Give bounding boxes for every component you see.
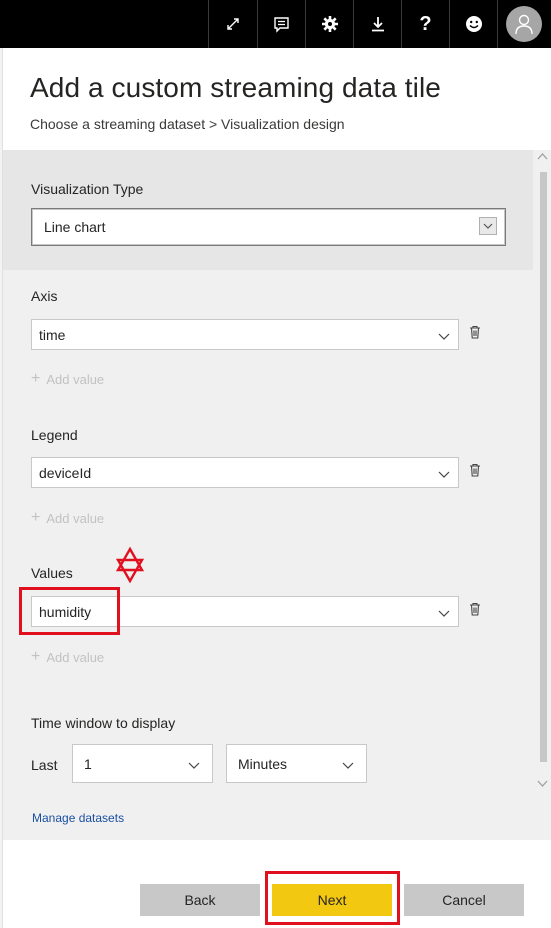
delete-axis-icon[interactable] [469, 325, 483, 341]
values-add-value-label: Add value [46, 649, 105, 665]
chevron-down-icon [438, 604, 450, 620]
legend-add-value-button[interactable]: + Add value [31, 510, 104, 526]
time-window-unit-select[interactable]: Minutes [226, 744, 367, 783]
help-icon[interactable]: ? [401, 0, 449, 48]
visualization-type-select[interactable]: Line chart [31, 208, 506, 246]
manage-datasets-link[interactable]: Manage datasets [32, 811, 124, 825]
legend-select[interactable]: deviceId [31, 457, 459, 488]
axis-label: Axis [31, 288, 58, 304]
legend-add-value-label: Add value [46, 510, 105, 526]
chevron-down-icon [479, 217, 497, 235]
comment-icon[interactable] [257, 0, 305, 48]
values-highlight-box [19, 587, 120, 635]
chevron-down-icon [438, 327, 450, 343]
delete-legend-icon[interactable] [469, 463, 483, 479]
scroll-up-icon[interactable] [537, 152, 548, 164]
cancel-button[interactable]: Cancel [404, 884, 524, 916]
expand-icon[interactable] [208, 0, 256, 48]
visualization-type-label: Visualization Type [31, 181, 144, 197]
axis-add-value-label: Add value [46, 371, 105, 387]
axis-add-value-button[interactable]: + Add value [31, 371, 104, 387]
time-window-amount-select[interactable]: 1 [72, 744, 213, 783]
scroll-down-icon[interactable] [537, 780, 548, 792]
gear-icon[interactable] [305, 0, 353, 48]
back-button[interactable]: Back [140, 884, 260, 916]
chevron-down-icon [188, 756, 200, 772]
download-icon[interactable] [353, 0, 401, 48]
smiley-icon[interactable] [449, 0, 497, 48]
values-label: Values [31, 565, 73, 581]
top-toolbar: ? [0, 0, 551, 48]
axis-value: time [39, 326, 66, 343]
axis-select[interactable]: time [31, 319, 459, 350]
legend-value: deviceId [39, 464, 92, 481]
chevron-down-icon [342, 756, 354, 772]
next-button[interactable]: Next [272, 884, 392, 916]
legend-label: Legend [31, 427, 78, 443]
visualization-type-value: Line chart [44, 219, 106, 235]
chevron-down-icon [438, 465, 450, 481]
values-add-value-button[interactable]: + Add value [31, 649, 104, 665]
time-window-unit-value: Minutes [238, 755, 288, 772]
user-avatar-icon [506, 6, 542, 42]
plus-icon: + [31, 509, 41, 526]
time-window-label: Time window to display [31, 715, 176, 731]
time-window-amount-value: 1 [84, 755, 92, 772]
page-title: Add a custom streaming data tile [30, 72, 441, 103]
account-button[interactable] [497, 0, 551, 48]
plus-icon: + [31, 370, 41, 387]
form-panel [3, 150, 551, 840]
scrollbar-thumb[interactable] [540, 172, 547, 762]
star-annotation-icon [115, 546, 145, 584]
delete-values-icon[interactable] [469, 602, 483, 618]
breadcrumb: Choose a streaming dataset > Visualizati… [30, 116, 345, 132]
time-window-prefix: Last [31, 757, 58, 773]
plus-icon: + [31, 648, 41, 665]
